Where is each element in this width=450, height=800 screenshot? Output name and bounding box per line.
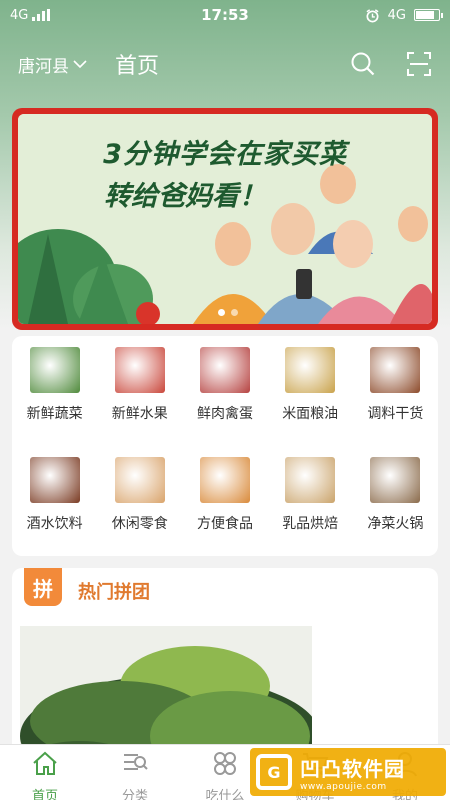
grid-icon: [210, 749, 240, 783]
category-icon: [120, 749, 150, 783]
category-thumbnail: [285, 457, 336, 503]
top-header: 唐河县 首页: [0, 40, 450, 88]
carousel-dot[interactable]: [218, 309, 225, 316]
site-watermark: G 凹凸软件园 www.apoujie.com: [250, 748, 446, 796]
tab-label: 分类: [121, 789, 148, 800]
category-item[interactable]: 净菜火锅: [353, 446, 438, 556]
category-label: 新鲜蔬菜: [26, 406, 83, 422]
chevron-down-icon: [73, 60, 87, 69]
search-icon[interactable]: [350, 51, 376, 77]
tab-category[interactable]: 分类: [90, 745, 180, 800]
category-label: 新鲜水果: [111, 406, 168, 422]
group-badge: 拼: [24, 568, 62, 606]
status-bar: 4G 17:53 4G: [0, 0, 450, 30]
category-label: 米面粮油: [282, 406, 339, 422]
scan-icon[interactable]: [406, 51, 432, 77]
category-label: 鲜肉禽蛋: [196, 406, 253, 422]
location-label: 唐河县: [18, 56, 69, 77]
category-thumbnail: [285, 347, 336, 393]
tab-label: 吃什么: [205, 789, 245, 800]
carousel-dot[interactable]: [231, 309, 238, 316]
category-item[interactable]: 新鲜蔬菜: [12, 336, 97, 446]
page-title: 首页: [115, 54, 160, 79]
category-item[interactable]: 米面粮油: [268, 336, 353, 446]
category-panel: 新鲜蔬菜 新鲜水果 鲜肉禽蛋 米面粮油 调料干货酒水饮料 休闲零食 方便食品 乳品烘焙 净菜火锅: [12, 336, 438, 556]
watermark-logo: G: [256, 754, 292, 790]
home-icon: [30, 749, 60, 783]
promo-banner[interactable]: 3分钟学会在家买菜 转给爸妈看！: [12, 108, 438, 330]
category-thumbnail: [29, 457, 80, 503]
category-label: 调料干货: [367, 406, 424, 422]
status-time: 17:53: [201, 6, 249, 24]
section-title: 热门拼团: [78, 582, 150, 603]
category-thumbnail: [29, 347, 80, 393]
category-item[interactable]: 方便食品: [182, 446, 267, 556]
banner-subheadline: 转给爸妈看！: [104, 181, 266, 212]
category-thumbnail: [114, 457, 165, 503]
category-item[interactable]: 休闲零食: [97, 446, 182, 556]
banner-image: 3分钟学会在家买菜 转给爸妈看！: [18, 114, 432, 324]
category-label: 方便食品: [196, 516, 253, 532]
category-thumbnail: [199, 457, 250, 503]
category-thumbnail: [199, 347, 250, 393]
category-item[interactable]: 调料干货: [353, 336, 438, 446]
carousel-dots: [218, 309, 238, 316]
category-item[interactable]: 新鲜水果: [97, 336, 182, 446]
category-thumbnail: [370, 347, 421, 393]
category-label: 净菜火锅: [367, 516, 424, 532]
tab-home[interactable]: 首页: [0, 745, 90, 800]
watermark-url: www.apoujie.com: [300, 781, 387, 792]
category-item[interactable]: 乳品烘焙: [268, 446, 353, 556]
category-label: 乳品烘焙: [282, 516, 339, 532]
location-selector[interactable]: 唐河县: [18, 52, 87, 77]
category-label: 休闲零食: [111, 516, 168, 532]
battery-icon: [414, 9, 443, 21]
category-item[interactable]: 鲜肉禽蛋: [182, 336, 267, 446]
banner-headline: 3分钟学会在家买菜: [103, 139, 347, 170]
tab-label: 首页: [31, 789, 58, 800]
category-label: 酒水饮料: [26, 516, 83, 532]
category-thumbnail: [114, 347, 165, 393]
category-item[interactable]: 酒水饮料: [12, 446, 97, 556]
watermark-text: 凹凸软件园: [300, 756, 405, 781]
category-thumbnail: [370, 457, 421, 503]
